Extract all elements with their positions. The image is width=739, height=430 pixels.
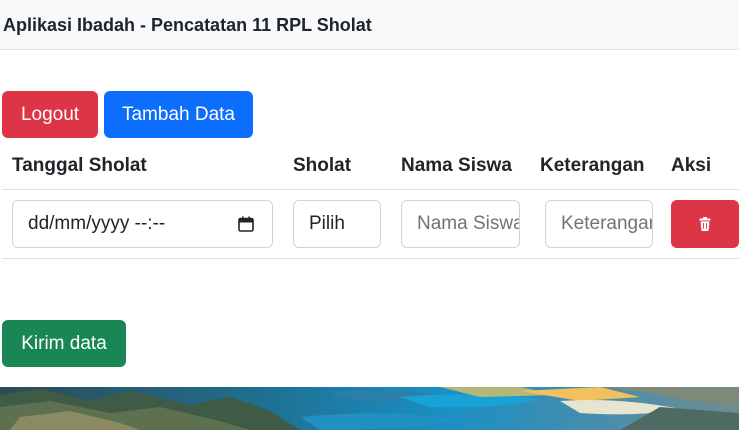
- student-name-placeholder: Nama Siswa: [417, 213, 520, 234]
- prayer-select[interactable]: Pilih: [293, 200, 381, 248]
- delete-row-button[interactable]: [671, 200, 739, 248]
- app-title: Aplikasi Ibadah - Pencatatan 11 RPL Shol…: [3, 15, 372, 35]
- header-divider: [2, 189, 739, 190]
- column-header-student-name: Nama Siswa: [401, 155, 512, 176]
- note-placeholder: Keterangan: [561, 213, 653, 234]
- navbar: Aplikasi Ibadah - Pencatatan 11 RPL Shol…: [0, 0, 739, 50]
- prayer-datetime-input[interactable]: dd/mm/yyyy --:--: [12, 200, 273, 248]
- calendar-icon[interactable]: [238, 216, 254, 232]
- column-header-action: Aksi: [671, 155, 712, 176]
- submit-data-button[interactable]: Kirim data: [2, 320, 126, 367]
- datetime-placeholder: dd/mm/yyyy --:--: [28, 213, 166, 234]
- column-header-prayer: Sholat: [293, 155, 352, 176]
- row-divider: [2, 258, 739, 259]
- note-input[interactable]: Keterangan: [545, 200, 653, 248]
- student-name-input[interactable]: Nama Siswa: [401, 200, 520, 248]
- landscape-image: [0, 387, 739, 430]
- add-data-button[interactable]: Tambah Data: [104, 91, 253, 138]
- column-header-date: Tanggal Sholat: [12, 155, 147, 176]
- logout-button[interactable]: Logout: [2, 91, 98, 138]
- trash-icon: [699, 217, 711, 231]
- column-header-note: Keterangan: [540, 155, 645, 176]
- prayer-select-value: Pilih: [309, 213, 345, 234]
- landscape-photo: [0, 387, 739, 430]
